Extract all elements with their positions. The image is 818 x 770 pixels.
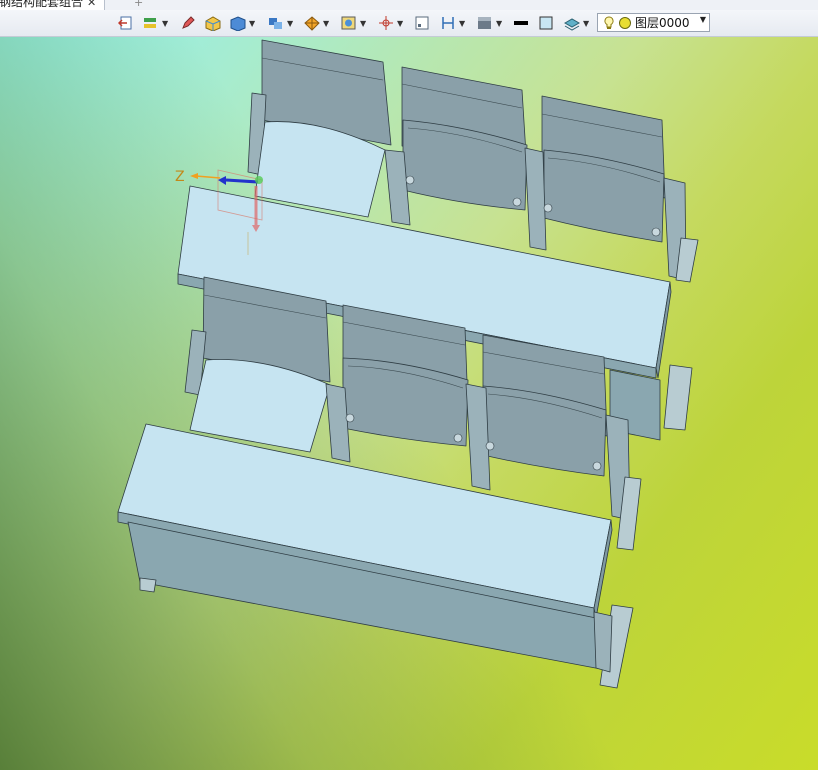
pen-icon[interactable] — [180, 14, 196, 32]
layer-tool-icon[interactable]: ▼ — [142, 14, 168, 32]
box-color-icon[interactable] — [204, 14, 222, 32]
3d-viewport[interactable]: Z — [0, 37, 818, 770]
shade-icon[interactable]: ▼ — [476, 14, 502, 32]
solid-icon[interactable]: ▼ — [229, 14, 255, 32]
color-box-icon[interactable] — [538, 14, 554, 32]
layer-color-icon — [619, 16, 631, 29]
toolbar: ▼ ▼ ▼ ▼ ▼ ▼ ▼ ▼ ▼ 图层0000 ▼ — [0, 10, 818, 37]
bulb-icon[interactable] — [602, 15, 616, 31]
close-icon[interactable]: ✕ — [87, 0, 96, 9]
frame-icon[interactable] — [414, 14, 430, 32]
layer-stack-icon[interactable]: ▼ — [563, 14, 589, 32]
tab-title: 钢结构配套组合 — [0, 0, 84, 9]
layer-select[interactable]: 图层0000 ▼ — [597, 13, 710, 32]
render-icon[interactable]: ▼ — [267, 14, 293, 32]
exit-icon[interactable] — [118, 14, 134, 32]
z-axis-label: Z — [175, 169, 185, 185]
add-tab-icon[interactable]: + — [134, 0, 143, 10]
chevron-down-icon: ▼ — [699, 15, 706, 24]
line-width-icon[interactable] — [513, 14, 529, 32]
model-scene[interactable]: Z — [0, 37, 818, 770]
section-icon[interactable]: ▼ — [439, 14, 465, 32]
axis-icon[interactable]: ▼ — [377, 14, 403, 32]
layer-name: 图层0000 — [635, 16, 690, 30]
view-icon[interactable]: ▼ — [340, 14, 366, 32]
sphere-icon[interactable]: ▼ — [303, 14, 329, 32]
